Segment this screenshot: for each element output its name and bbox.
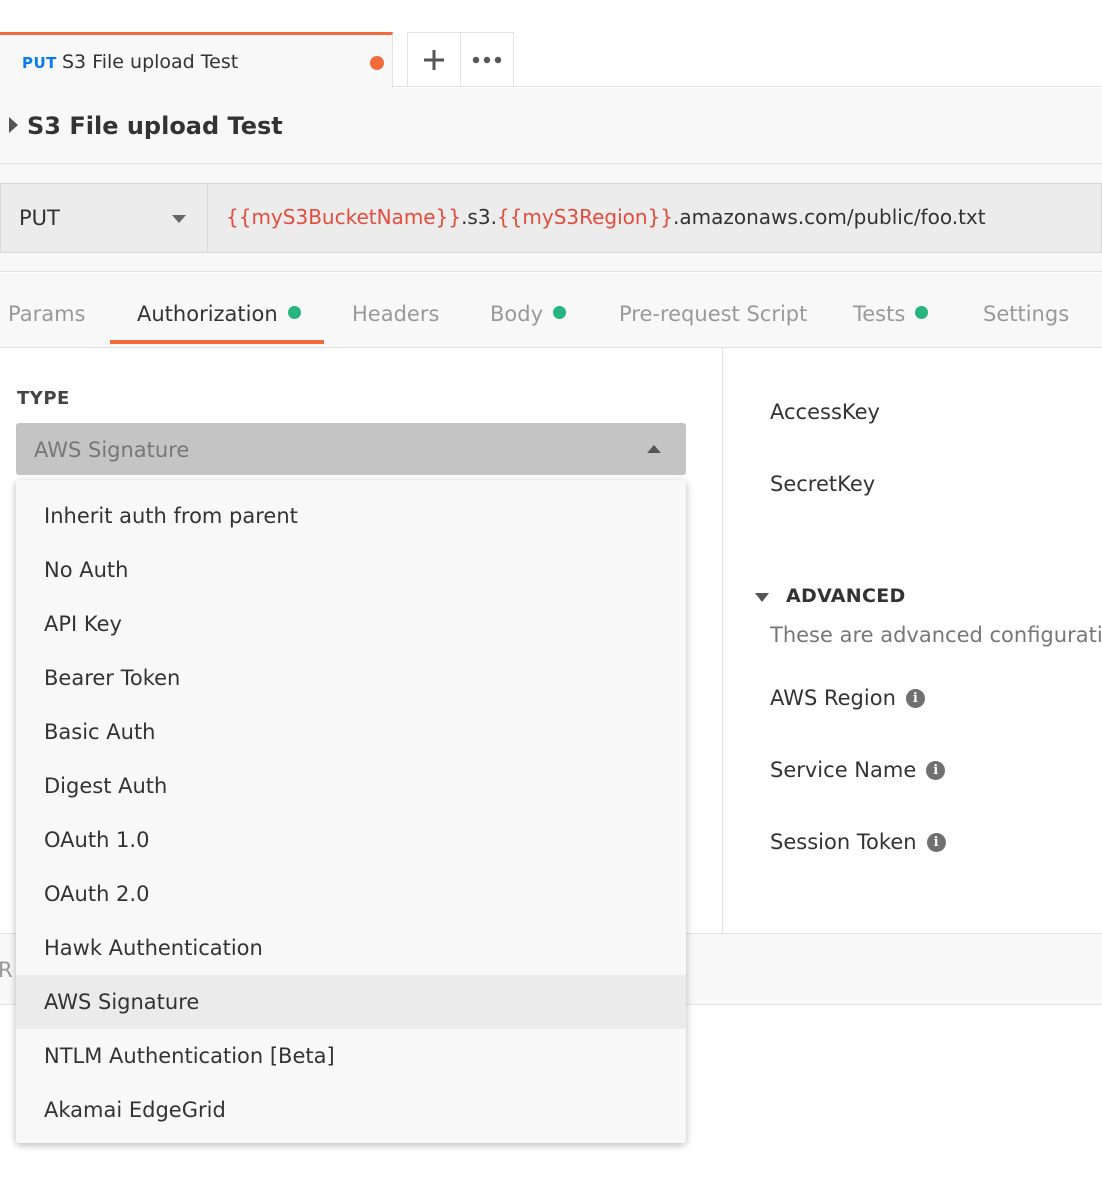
access-key-label: AccessKey (770, 400, 880, 424)
advanced-description: These are advanced configuration (770, 623, 1102, 647)
menu-item-akamai-edgegrid[interactable]: Akamai EdgeGrid (16, 1083, 686, 1137)
auth-fields-panel: AccessKey SecretKey ADVANCED These are a… (724, 348, 1102, 933)
new-tab-button[interactable] (407, 32, 461, 87)
url-text-mid: .s3. (461, 205, 497, 229)
ellipsis-icon (472, 56, 502, 63)
menu-item-api-key[interactable]: API Key (16, 597, 686, 651)
request-tab-method: PUT (22, 54, 57, 72)
menu-item-oauth-2[interactable]: OAuth 2.0 (16, 867, 686, 921)
auth-type-select[interactable]: AWS Signature (16, 423, 686, 475)
tab-headers[interactable]: Headers (352, 302, 439, 326)
menu-item-digest-auth[interactable]: Digest Auth (16, 759, 686, 813)
expand-caret-icon[interactable] (9, 117, 18, 133)
tab-authorization-label: Authorization (137, 302, 278, 326)
menu-item-hawk-auth[interactable]: Hawk Authentication (16, 921, 686, 975)
menu-item-no-auth[interactable]: No Auth (16, 543, 686, 597)
chevron-up-icon (647, 445, 661, 453)
request-tab-name: S3 File upload Test (62, 51, 239, 73)
url-variable-bucket: {{myS3BucketName}} (226, 205, 462, 229)
menu-item-ntlm-auth[interactable]: NTLM Authentication [Beta] (16, 1029, 686, 1083)
aws-region-text: AWS Region (770, 686, 896, 710)
auth-type-value: AWS Signature (34, 438, 190, 462)
info-icon[interactable]: i (926, 832, 946, 852)
url-input[interactable]: {{myS3BucketName}}.s3.{{myS3Region}}.ama… (207, 183, 1102, 253)
active-tab-indicator (110, 340, 324, 344)
tab-tests[interactable]: Tests (853, 302, 929, 326)
tab-body[interactable]: Body (490, 302, 567, 326)
method-select[interactable]: PUT (0, 183, 207, 253)
collapse-caret-icon[interactable] (755, 593, 769, 602)
tab-body-label: Body (490, 302, 544, 326)
request-name-bar: S3 File upload Test (0, 88, 1102, 164)
info-icon[interactable]: i (926, 760, 946, 780)
menu-item-oauth-1[interactable]: OAuth 1.0 (16, 813, 686, 867)
tab-pre-request-script[interactable]: Pre-request Script (619, 302, 807, 326)
divider (393, 86, 1102, 87)
plus-icon (424, 49, 444, 70)
tab-authorization[interactable]: Authorization (137, 302, 301, 326)
tab-options-button[interactable] (460, 32, 514, 87)
auth-type-menu: Inherit auth from parent No Auth API Key… (16, 480, 686, 1143)
menu-item-aws-signature[interactable]: AWS Signature (16, 975, 686, 1029)
tab-tests-label: Tests (853, 302, 906, 326)
unsaved-dot (370, 56, 384, 70)
url-variable-region: {{myS3Region}} (496, 205, 674, 229)
session-token-text: Session Token (770, 830, 917, 854)
request-title[interactable]: S3 File upload Test (27, 112, 283, 140)
secret-key-label: SecretKey (770, 472, 876, 496)
url-bar: PUT {{myS3BucketName}}.s3.{{myS3Region}}… (0, 164, 1102, 272)
menu-item-basic-auth[interactable]: Basic Auth (16, 705, 686, 759)
status-dot (553, 306, 567, 319)
method-select-value: PUT (19, 206, 60, 230)
menu-item-inherit-auth[interactable]: Inherit auth from parent (16, 489, 686, 543)
session-token-label: Session Token i (770, 830, 946, 854)
request-subtabs: Params Authorization Headers Body Pre-re… (0, 273, 1102, 348)
service-name-text: Service Name (770, 758, 917, 782)
aws-region-label: AWS Region i (770, 686, 925, 710)
tab-strip: PUT S3 File upload Test (0, 0, 1102, 88)
tab-params[interactable]: Params (8, 302, 86, 326)
info-icon[interactable]: i (905, 688, 925, 708)
url-text-rest: .amazonaws.com/public/foo.txt (673, 205, 986, 229)
status-dot (287, 306, 301, 319)
service-name-label: Service Name i (770, 758, 946, 782)
type-label: TYPE (17, 388, 70, 409)
menu-item-bearer-token[interactable]: Bearer Token (16, 651, 686, 705)
status-dot (915, 306, 929, 319)
request-tab[interactable]: PUT S3 File upload Test (0, 32, 393, 88)
url-text: {{myS3BucketName}}.s3.{{myS3Region}}.ama… (226, 205, 986, 229)
response-label: R (0, 958, 13, 982)
chevron-down-icon (172, 215, 186, 223)
advanced-section-title[interactable]: ADVANCED (786, 585, 906, 607)
tab-settings[interactable]: Settings (983, 302, 1069, 326)
